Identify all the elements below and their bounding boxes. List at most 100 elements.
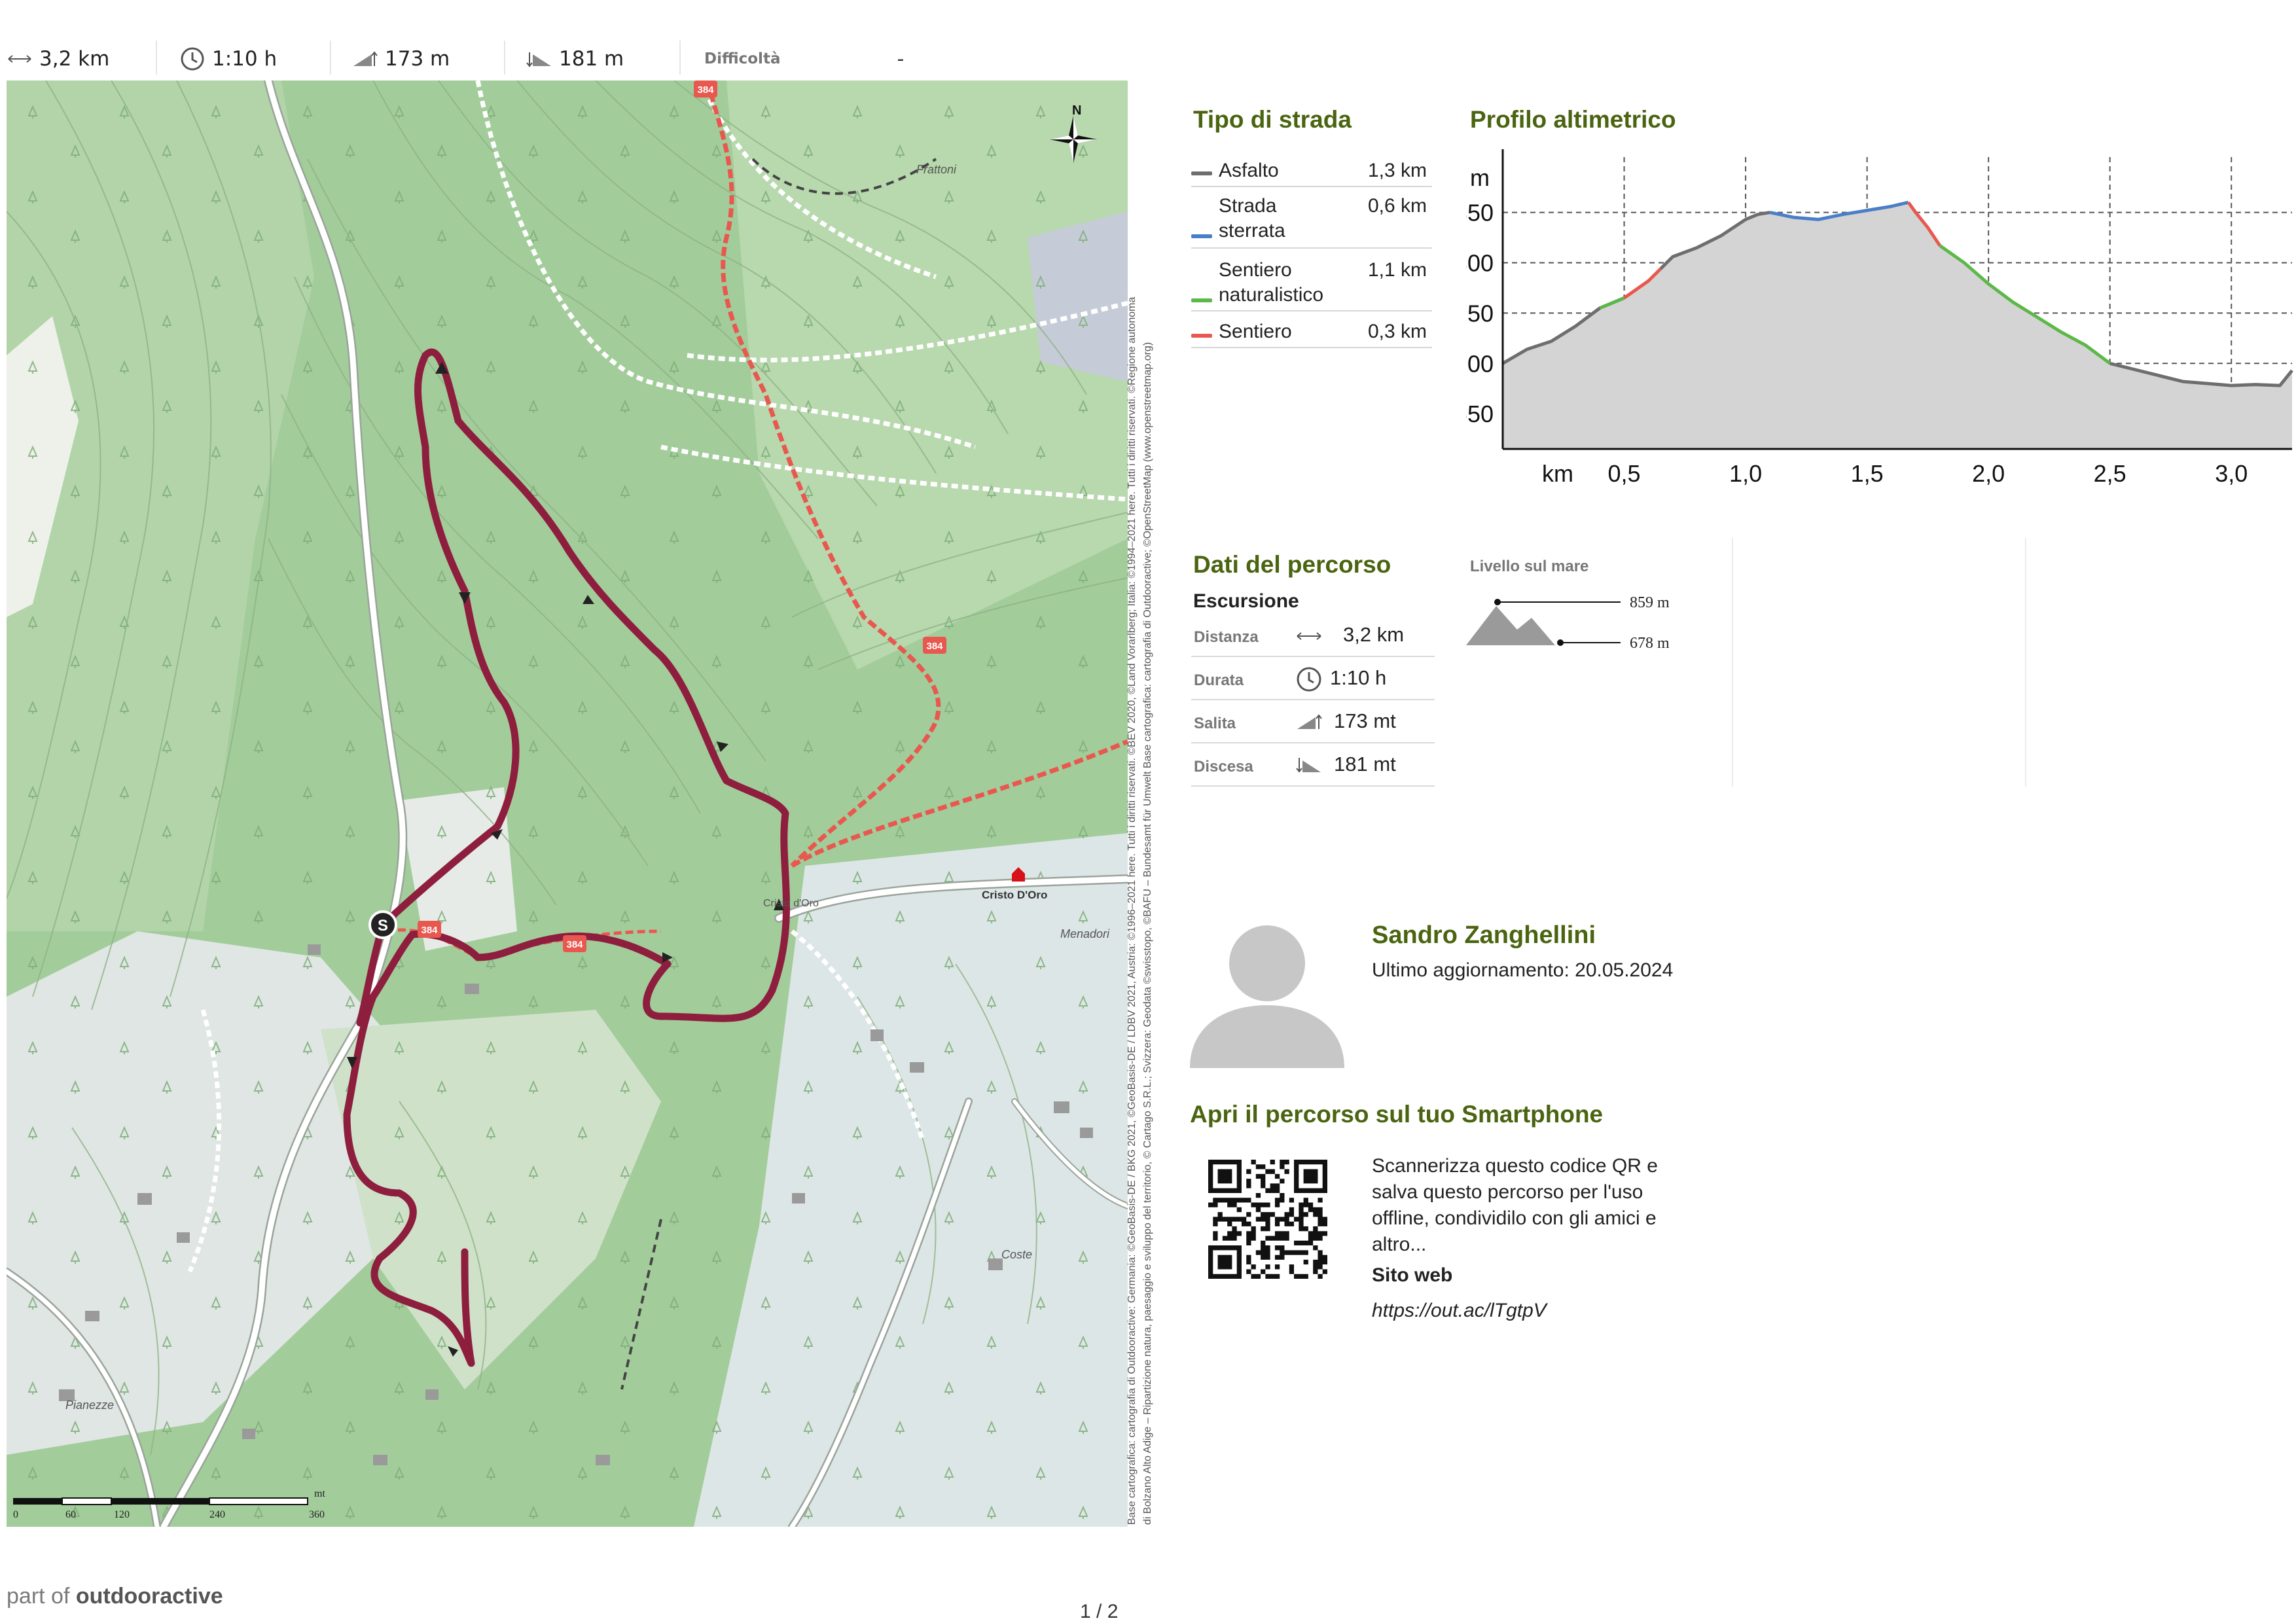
start-marker-label: S [378, 917, 388, 935]
profile-y-tick: 650 [1466, 401, 1494, 427]
scale-tick: 0 [13, 1509, 18, 1520]
place-label: Pianezze [65, 1399, 114, 1412]
profile-y-tick: 750 [1466, 300, 1494, 327]
place-label: Coste [1001, 1248, 1032, 1261]
column-divider [1732, 538, 1733, 787]
road-type-swatch [1191, 234, 1212, 238]
descent-icon [1296, 758, 1321, 773]
route-badge-label: 384 [421, 925, 438, 936]
profile-x-tick: 3,0 [2215, 460, 2248, 487]
map-credits-line: Base cartografica: cartografia di Outdoo… [1126, 296, 1138, 1525]
stats-bar: 3,2 km 1:10 h 173 m 181 m Difficoltà - [0, 33, 1139, 85]
route-data-label: Distanza [1194, 628, 1259, 646]
distance-icon [7, 46, 33, 72]
stats-divider [330, 41, 331, 75]
profile-y-unit: m [1470, 164, 1490, 191]
stat-descent: 181 m [526, 33, 624, 85]
author-name: Sandro Zanghellini [1372, 921, 1596, 949]
qr-code[interactable] [1208, 1160, 1327, 1279]
route-data-row-distance: Distanza 3,2 km [1191, 614, 1435, 657]
profile-x-tick: 0,5 [1608, 460, 1641, 487]
site-label: Sito web [1372, 1264, 1453, 1286]
poi-label: Cristo D'Oro [982, 889, 1047, 901]
column-divider [2025, 538, 2026, 787]
place-label: Cristo d'Oro [763, 898, 819, 909]
route-data-row-descent: Discesa 181 mt [1191, 743, 1435, 787]
route-data-label: Durata [1194, 671, 1244, 689]
sea-level-min: 678 m [1630, 635, 1670, 652]
profile-x-tick: 2,0 [1972, 460, 2005, 487]
route-map[interactable]: 384 384 384 384 S Frattoni Cristo d'Oro … [7, 80, 1128, 1527]
profile-title: Profilo altimetrico [1470, 106, 1676, 133]
stat-distance-value: 3,2 km [39, 47, 110, 71]
map-credits-line: di Bolzano Alto Adige – Ripartizione nat… [1142, 342, 1153, 1525]
route-data-value: 3,2 km [1343, 623, 1405, 646]
place-label: Frattoni [916, 163, 957, 176]
road-type-swatch [1191, 334, 1212, 338]
mountain-icon [1466, 606, 1555, 645]
scale-tick: 60 [65, 1509, 76, 1520]
stat-difficulty-value: - [897, 47, 905, 71]
profile-y-tick: 700 [1466, 350, 1494, 377]
scale-unit: mt [314, 1488, 325, 1499]
route-data-label: Salita [1194, 715, 1236, 732]
qr-description: Scannerizza questo codice QR e salva que… [1372, 1155, 1658, 1255]
place-label: Menadori [1060, 927, 1110, 940]
descent-icon [526, 46, 552, 72]
route-data-row-ascent: Salita 173 mt [1191, 700, 1435, 743]
scale-tick: 360 [309, 1509, 325, 1520]
stat-difficulty: Difficoltà - [704, 33, 904, 85]
sea-level-max: 859 m [1630, 594, 1670, 611]
route-badge-label: 384 [566, 939, 583, 950]
clock-icon [179, 46, 206, 72]
stat-ascent-value: 173 m [385, 47, 450, 71]
stat-descent-value: 181 m [559, 47, 624, 71]
site-url-link[interactable]: https://out.ac/lTgtpV [1372, 1300, 1547, 1322]
route-data-label: Discesa [1194, 758, 1253, 776]
profile-y-tick: 800 [1466, 249, 1494, 276]
footer-brand[interactable]: part of outdooractive [7, 1584, 223, 1609]
map-canvas: 384 384 384 384 S Frattoni Cristo d'Oro … [7, 80, 1128, 1527]
route-data-value: 173 mt [1334, 709, 1396, 732]
smartphone-title: Apri il percorso sul tuo Smartphone [1190, 1101, 1604, 1128]
qr-modules [1208, 1160, 1327, 1279]
road-type-swatch [1191, 171, 1212, 175]
road-type-row: Strada sterrata 0,6 km [1191, 187, 1432, 249]
route-data-value: 181 mt [1334, 753, 1396, 776]
route-data-title: Dati del percorso [1193, 551, 1391, 578]
road-types-title: Tipo di strada [1193, 106, 1352, 133]
road-type-name: Asfalto [1219, 160, 1279, 181]
profile-x-tick: 2,5 [2094, 460, 2126, 487]
profile-x-unit: km [1542, 460, 1573, 487]
stat-duration: 1:10 h [179, 33, 277, 85]
map-credits: Base cartografica: cartografia di Outdoo… [1124, 79, 1170, 1525]
road-type-row: Sentiero 0,3 km [1191, 312, 1432, 348]
road-type-value: 0,6 km [1367, 195, 1427, 217]
footer-brand-prefix: part of [7, 1584, 70, 1609]
road-type-row: Sentiero naturalistico 1,1 km [1191, 249, 1432, 312]
road-type-name: Strada sterrata [1219, 195, 1285, 241]
stats-divider [679, 41, 681, 75]
profile-x-tick: 1,0 [1729, 460, 1762, 487]
avatar [1190, 925, 1344, 1068]
sea-level-diagram: 859 m 678 m [1466, 594, 1670, 652]
stats-divider [156, 41, 157, 75]
road-type-value: 1,1 km [1367, 259, 1427, 281]
road-type-value: 1,3 km [1367, 160, 1427, 181]
road-type-value: 0,3 km [1367, 321, 1427, 342]
author-updated: Ultimo aggiornamento: 20.05.2024 [1372, 959, 1674, 981]
profile-area [1503, 202, 2292, 449]
clock-icon [1297, 667, 1321, 692]
profile-x-tick: 1,5 [1851, 460, 1884, 487]
road-type-swatch [1191, 298, 1212, 302]
scale-tick: 120 [114, 1509, 130, 1520]
profile-y-ticks: 650 700 750 800 850 [1466, 200, 1494, 428]
stat-ascent: 173 m [352, 33, 450, 85]
route-data-value: 1:10 h [1330, 666, 1387, 689]
stats-divider [504, 41, 505, 75]
route-data-row-duration: Durata 1:10 h [1191, 657, 1435, 700]
start-marker[interactable]: S [368, 910, 397, 939]
ascent-icon [352, 46, 378, 72]
page-number: 1 / 2 [1080, 1601, 1119, 1622]
stat-distance: 3,2 km [7, 33, 109, 85]
